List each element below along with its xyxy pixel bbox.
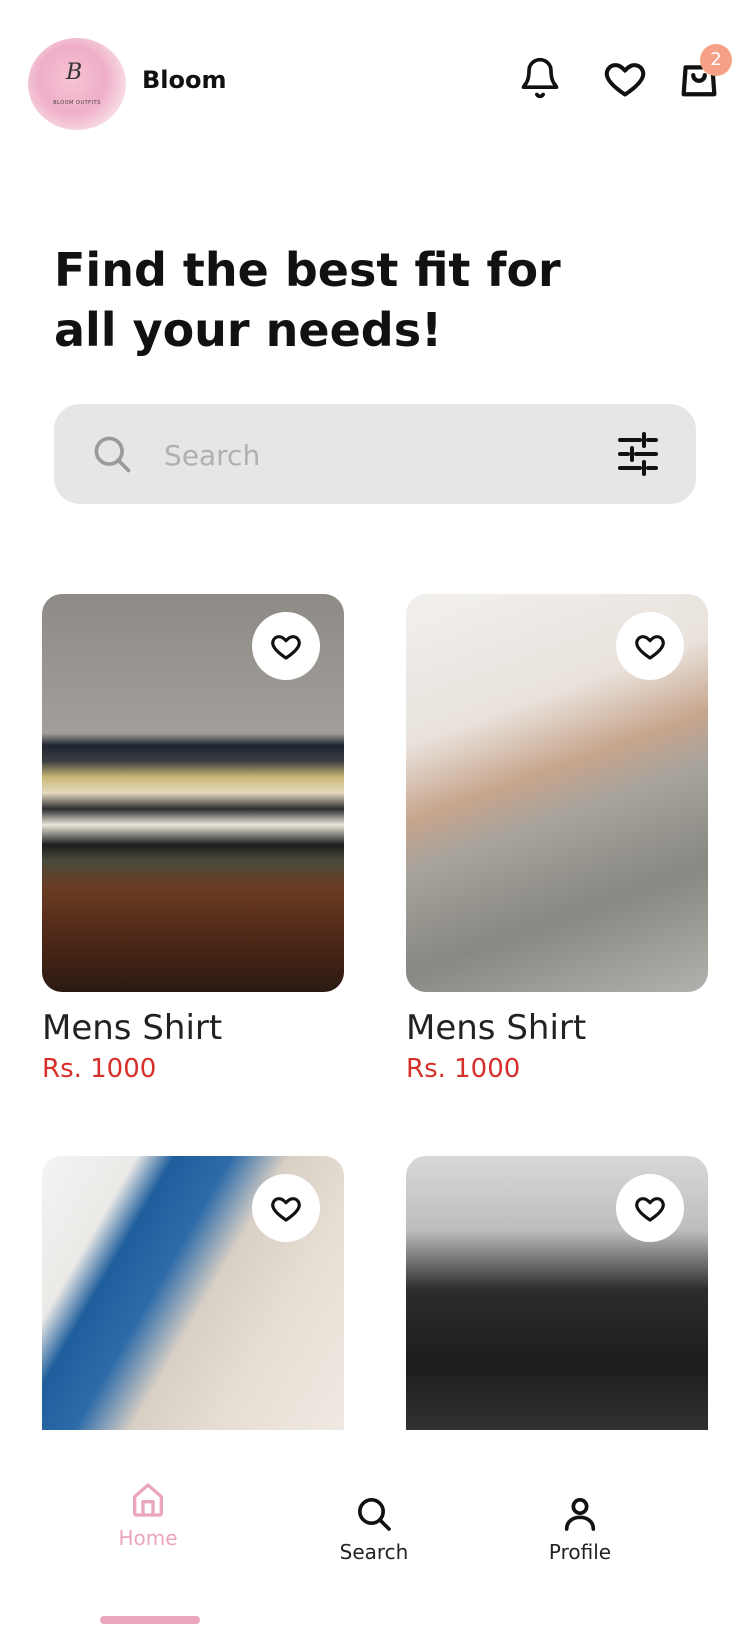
hero-title: Find the best fit for all your needs! — [54, 240, 614, 360]
product-image[interactable] — [42, 1156, 344, 1454]
heart-icon — [271, 1197, 301, 1222]
product-image[interactable] — [406, 1156, 708, 1454]
favorite-button[interactable] — [252, 1174, 320, 1242]
hero-title-line-1: Find the best fit for — [54, 243, 561, 297]
nav-search-label: Search — [339, 1540, 409, 1564]
favorite-button[interactable] — [252, 612, 320, 680]
nav-profile-label: Profile — [548, 1540, 612, 1564]
search-icon — [90, 432, 134, 476]
nav-home-label: Home — [118, 1526, 178, 1550]
user-icon — [564, 1498, 596, 1531]
product-price: Rs. 1000 — [406, 1054, 521, 1084]
search-icon — [358, 1498, 391, 1531]
product-card[interactable] — [406, 1156, 708, 1454]
product-name: Mens Shirt — [406, 1008, 587, 1048]
heart-icon[interactable] — [602, 56, 646, 100]
heart-icon — [635, 635, 665, 660]
product-card[interactable] — [42, 1156, 344, 1454]
heart-icon — [271, 635, 301, 660]
bottom-navigation: Home Search Profile — [0, 1430, 750, 1646]
bell-icon[interactable] — [518, 56, 562, 100]
product-card[interactable]: Mens Shirt Rs. 1000 — [42, 594, 344, 1084]
product-card[interactable]: Mens Shirt Rs. 1000 — [406, 594, 708, 1084]
favorite-button[interactable] — [616, 612, 684, 680]
search-input[interactable] — [162, 432, 596, 478]
search-bar — [54, 404, 696, 504]
nav-home[interactable]: Home — [68, 1480, 228, 1550]
app-root: B BLOOM OUTFITS Bloom 2 Find the best fi… — [0, 0, 750, 1646]
hero-title-line-2: all your needs! — [54, 303, 443, 357]
product-image[interactable] — [406, 594, 708, 992]
brand-name: Bloom — [142, 66, 227, 94]
nav-search[interactable]: Search — [294, 1494, 454, 1564]
favorite-button[interactable] — [616, 1174, 684, 1242]
filter-sliders-icon[interactable] — [614, 430, 662, 478]
heart-icon — [635, 1197, 665, 1222]
brand-logo[interactable]: B BLOOM OUTFITS — [28, 38, 126, 130]
product-image[interactable] — [42, 594, 344, 992]
logo-monogram: B — [66, 60, 83, 85]
logo-tagline: BLOOM OUTFITS — [53, 100, 101, 106]
active-tab-indicator — [100, 1616, 200, 1624]
home-icon — [133, 1483, 163, 1517]
product-name: Mens Shirt — [42, 1008, 223, 1048]
top-header: B BLOOM OUTFITS Bloom 2 — [0, 0, 750, 170]
product-price: Rs. 1000 — [42, 1054, 157, 1084]
cart-count-badge: 2 — [700, 44, 732, 76]
nav-profile[interactable]: Profile — [500, 1494, 660, 1564]
